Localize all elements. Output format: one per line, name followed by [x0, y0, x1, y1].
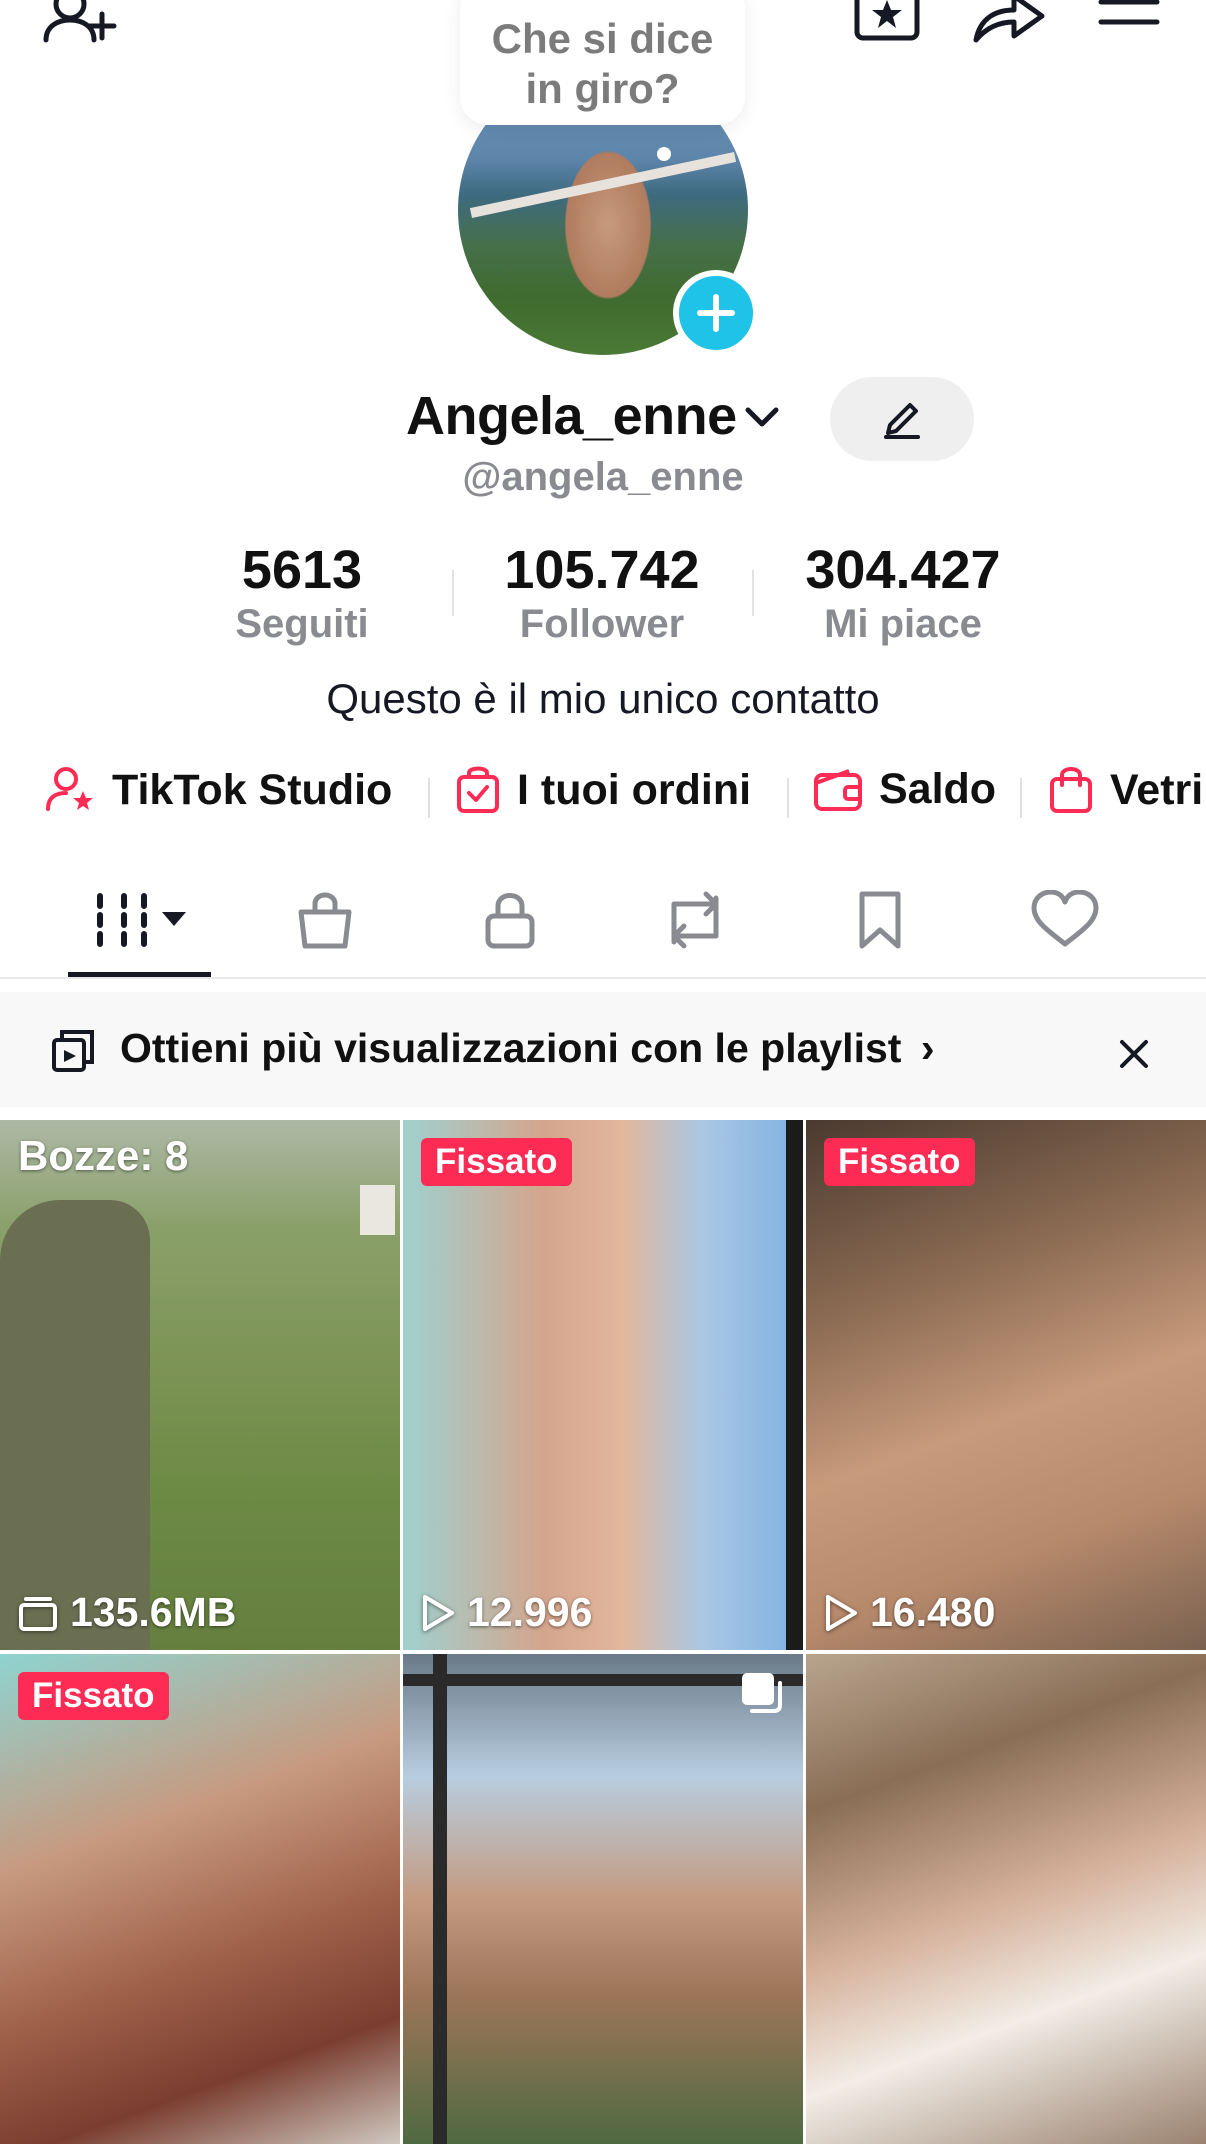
- pencil-icon: [884, 403, 920, 439]
- grid-icon: [97, 893, 186, 947]
- tile-views: 12.996: [421, 1589, 592, 1636]
- shortcut-label: TikTok Studio: [112, 765, 393, 814]
- display-name[interactable]: Angela_enne: [406, 385, 737, 447]
- multi-photo-icon: [742, 1673, 782, 1713]
- stat-following[interactable]: 5613 Seguiti: [172, 540, 432, 648]
- shortcut-label: Vetri: [1110, 765, 1204, 814]
- share-icon[interactable]: [970, 0, 1050, 60]
- grid-tile-drafts[interactable]: Bozze: 8 135.6MB: [0, 1120, 400, 1650]
- tabs-divider: [0, 977, 1206, 979]
- shortcut-balance[interactable]: Saldo: [813, 765, 996, 814]
- chevron-down-icon[interactable]: [740, 400, 784, 434]
- avatar-photo-detail: [469, 152, 737, 218]
- drafts-badge: Bozze: 8: [18, 1132, 189, 1179]
- banner-label: Ottieni più visualizzazioni con le playl…: [120, 1025, 902, 1071]
- stat-label: Follower: [519, 602, 685, 646]
- stat-value: 5613: [241, 540, 363, 600]
- tab-reposts[interactable]: [620, 880, 770, 960]
- tab-liked[interactable]: [990, 880, 1140, 960]
- tile-size-value: 135.6MB: [70, 1589, 237, 1635]
- bubble-line-2: in giro?: [525, 64, 680, 112]
- play-icon: [826, 1594, 857, 1631]
- stat-divider: [452, 570, 454, 616]
- tab-videos[interactable]: [65, 880, 215, 960]
- stat-value: 105.742: [504, 540, 700, 600]
- shortcut-divider: [787, 778, 789, 818]
- order-bag-icon: [457, 766, 499, 813]
- heart-icon: [1031, 890, 1099, 947]
- drafts-icon: [19, 1596, 57, 1631]
- add-friend-icon[interactable]: [40, 0, 120, 60]
- stat-value: 304.427: [805, 540, 1001, 600]
- tile-photo-edge: [786, 1120, 803, 1650]
- stat-divider: [752, 570, 754, 616]
- grid-tile-video[interactable]: [806, 1654, 1206, 2144]
- tile-photo-frame: [433, 1654, 447, 2144]
- chevron-right-icon: ›: [920, 1025, 935, 1071]
- user-star-icon: [46, 767, 93, 811]
- close-icon[interactable]: [1110, 1030, 1158, 1078]
- shortcut-label: Saldo: [879, 765, 997, 813]
- shortcut-divider: [1020, 778, 1022, 818]
- menu-icon[interactable]: [1095, 0, 1175, 60]
- playlist-icon: [52, 1030, 94, 1072]
- tile-views: 16.480: [824, 1589, 995, 1636]
- grid-tile-photo[interactable]: [403, 1654, 803, 2144]
- shopping-bag-icon: [1050, 767, 1092, 813]
- tab-shop[interactable]: [250, 880, 400, 960]
- banner-text[interactable]: Ottieni più visualizzazioni con le playl…: [120, 1025, 935, 1072]
- tile-photo-target: [360, 1185, 395, 1235]
- add-story-button[interactable]: [673, 270, 759, 356]
- pinned-badge: Fissato: [824, 1138, 975, 1186]
- tile-views-value: 16.480: [870, 1589, 996, 1635]
- tile-size: 135.6MB: [18, 1589, 236, 1636]
- shortcut-tiktok-studio[interactable]: TikTok Studio: [46, 765, 392, 815]
- favorites-star-icon[interactable]: [852, 0, 932, 60]
- shop-bag-icon: [298, 892, 352, 949]
- edit-profile-button[interactable]: [830, 377, 974, 461]
- stat-followers[interactable]: 105.742 Follower: [472, 540, 732, 648]
- grid-tile-pinned-2[interactable]: Fissato 16.480: [806, 1120, 1206, 1650]
- pinned-badge: Fissato: [421, 1138, 572, 1186]
- bookmark-icon: [859, 891, 901, 949]
- stat-likes[interactable]: 304.427 Mi piace: [773, 540, 1033, 648]
- bio-text: Questo è il mio unico contatto: [326, 675, 880, 722]
- tile-views-value: 12.996: [467, 1589, 593, 1635]
- status-bubble[interactable]: Che si dice in giro?: [460, 0, 745, 125]
- wallet-icon: [814, 768, 862, 811]
- shortcut-showcase[interactable]: Vetri: [1048, 765, 1203, 815]
- tab-private[interactable]: [435, 880, 585, 960]
- plus-icon: [697, 294, 735, 332]
- shortcut-divider: [428, 778, 430, 818]
- stat-label: Seguiti: [235, 602, 369, 646]
- shortcut-orders[interactable]: I tuoi ordini: [455, 765, 751, 815]
- repost-icon: [671, 891, 719, 949]
- bubble-line-1: Che si dice: [491, 14, 714, 62]
- lock-icon: [485, 893, 535, 949]
- tile-photo-figure: [0, 1200, 150, 1650]
- grid-tile-pinned-3[interactable]: Fissato: [0, 1654, 400, 2144]
- tab-saved[interactable]: [805, 880, 955, 960]
- play-icon: [423, 1594, 454, 1631]
- username-handle: @angela_enne: [462, 455, 744, 499]
- pinned-badge: Fissato: [18, 1672, 169, 1720]
- bubble-dot: [657, 147, 671, 161]
- shortcut-label: I tuoi ordini: [517, 765, 752, 814]
- grid-tile-pinned-1[interactable]: Fissato 12.996: [403, 1120, 803, 1650]
- stat-label: Mi piace: [824, 602, 982, 646]
